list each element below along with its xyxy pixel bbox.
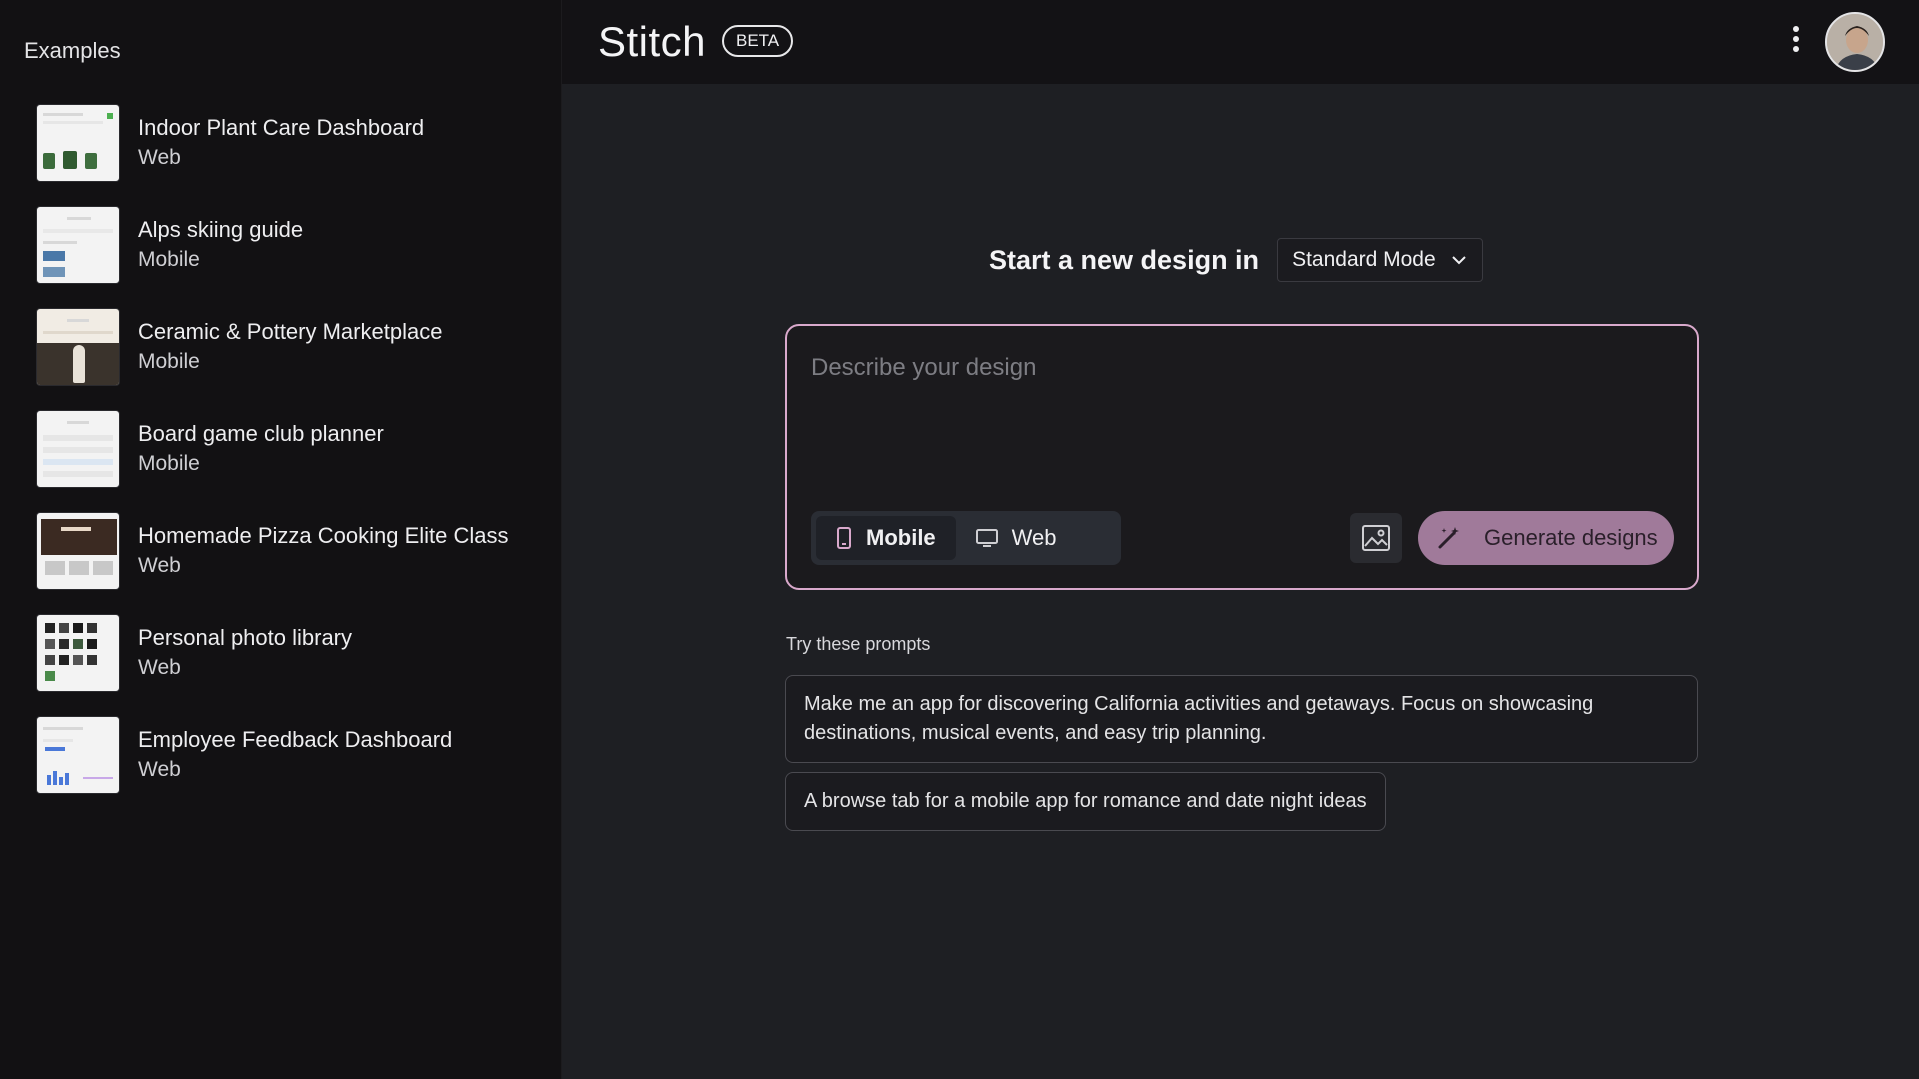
sidebar-title: Examples bbox=[24, 38, 121, 63]
example-type: Mobile bbox=[138, 452, 200, 475]
example-thumbnail bbox=[36, 308, 120, 386]
start-design-heading: Start a new design in bbox=[989, 244, 1260, 275]
mode-select-value: Standard Mode bbox=[1292, 248, 1436, 271]
generate-designs-button[interactable]: Generate designs bbox=[1418, 511, 1674, 565]
more-options-icon[interactable] bbox=[1791, 26, 1801, 58]
image-icon bbox=[1362, 525, 1390, 551]
device-web-label: Web bbox=[1011, 525, 1057, 550]
example-thumbnail bbox=[36, 614, 120, 692]
device-web-button[interactable]: Web bbox=[956, 516, 1077, 560]
device-mobile-label: Mobile bbox=[866, 525, 936, 550]
example-type: Mobile bbox=[138, 350, 200, 373]
chevron-down-icon bbox=[1451, 256, 1466, 265]
example-thumbnail bbox=[36, 410, 120, 488]
example-type: Web bbox=[138, 656, 181, 679]
example-type: Mobile bbox=[138, 248, 200, 271]
prompt-suggestion[interactable]: A browse tab for a mobile app for romanc… bbox=[785, 772, 1386, 831]
prompt-suggestion[interactable]: Make me an app for discovering Californi… bbox=[785, 675, 1698, 763]
app-header: Stitch BETA bbox=[562, 0, 1919, 84]
generate-designs-label: Generate designs bbox=[1484, 525, 1658, 550]
example-item[interactable]: Ceramic & Pottery Marketplace Mobile bbox=[36, 296, 546, 398]
example-item[interactable]: Alps skiing guide Mobile bbox=[36, 194, 546, 296]
example-item[interactable]: Homemade Pizza Cooking Elite Class Web bbox=[36, 500, 546, 602]
example-item[interactable]: Board game club planner Mobile bbox=[36, 398, 546, 500]
example-thumbnail bbox=[36, 104, 120, 182]
example-title: Ceramic & Pottery Marketplace bbox=[138, 319, 443, 344]
example-thumbnail bbox=[36, 512, 120, 590]
design-description-input[interactable]: Describe your design bbox=[811, 354, 1036, 382]
example-type: Web bbox=[138, 146, 181, 169]
example-title: Homemade Pizza Cooking Elite Class bbox=[138, 523, 509, 548]
monitor-icon bbox=[975, 529, 998, 547]
example-title: Board game club planner bbox=[138, 421, 384, 446]
example-title: Alps skiing guide bbox=[138, 217, 304, 242]
example-item[interactable]: Employee Feedback Dashboard Web bbox=[36, 704, 546, 806]
avatar[interactable] bbox=[1825, 12, 1885, 72]
example-title: Indoor Plant Care Dashboard bbox=[138, 115, 425, 140]
example-type: Web bbox=[138, 554, 181, 577]
app-logo[interactable]: Stitch bbox=[598, 18, 706, 66]
prompt-box: Describe your design Mobile Web Generate… bbox=[785, 324, 1699, 590]
mode-select[interactable]: Standard Mode bbox=[1277, 238, 1483, 282]
try-prompts-label: Try these prompts bbox=[786, 634, 931, 654]
example-item[interactable]: Indoor Plant Care Dashboard Web bbox=[36, 92, 546, 194]
example-type: Web bbox=[138, 758, 181, 781]
phone-icon bbox=[837, 527, 851, 549]
device-mobile-button[interactable]: Mobile bbox=[816, 516, 956, 560]
example-item[interactable]: Personal photo library Web bbox=[36, 602, 546, 704]
example-title: Employee Feedback Dashboard bbox=[138, 727, 453, 752]
beta-badge: BETA bbox=[722, 25, 794, 57]
upload-image-button[interactable] bbox=[1350, 513, 1402, 563]
magic-wand-icon bbox=[1438, 527, 1459, 549]
example-thumbnail bbox=[36, 206, 120, 284]
device-toggle: Mobile Web bbox=[811, 511, 1121, 565]
examples-list: Indoor Plant Care Dashboard Web Alps ski… bbox=[36, 92, 546, 806]
example-thumbnail bbox=[36, 716, 120, 794]
examples-sidebar: Examples Indoor Plant Care Dashboard Web bbox=[0, 0, 562, 1079]
start-design-row: Start a new design in Standard Mode bbox=[989, 237, 1483, 283]
example-title: Personal photo library bbox=[138, 625, 353, 650]
